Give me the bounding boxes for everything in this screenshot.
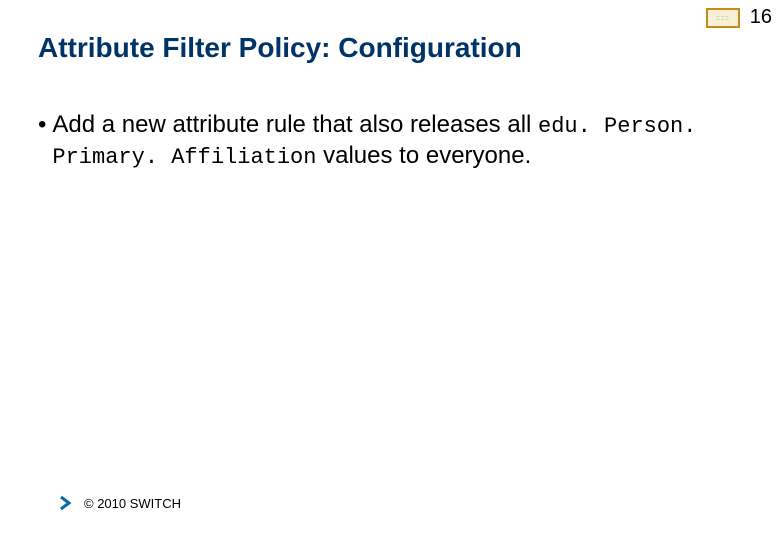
slide-title: Attribute Filter Policy: Configuration bbox=[38, 32, 522, 64]
bullet-text-pre: Add a new attribute rule that also relea… bbox=[52, 111, 538, 138]
bullet-text: Add a new attribute rule that also relea… bbox=[52, 110, 720, 172]
bullet-text-post: values to everyone. bbox=[316, 142, 531, 169]
slide: — — —— — — 16 Attribute Filter Policy: C… bbox=[0, 0, 780, 540]
footer: © 2010 SWITCH bbox=[58, 494, 181, 512]
footer-text: © 2010 SWITCH bbox=[84, 496, 181, 511]
top-right-area: — — —— — — 16 bbox=[706, 6, 772, 29]
corner-badge-lines: — — —— — — bbox=[717, 15, 729, 21]
bullet-item: • Add a new attribute rule that also rel… bbox=[38, 110, 720, 172]
slide-number: 16 bbox=[750, 6, 772, 29]
slide-body: • Add a new attribute rule that also rel… bbox=[38, 110, 720, 172]
bullet-marker: • bbox=[38, 110, 46, 141]
chevron-right-icon bbox=[58, 494, 76, 512]
corner-badge: — — —— — — bbox=[706, 8, 740, 28]
